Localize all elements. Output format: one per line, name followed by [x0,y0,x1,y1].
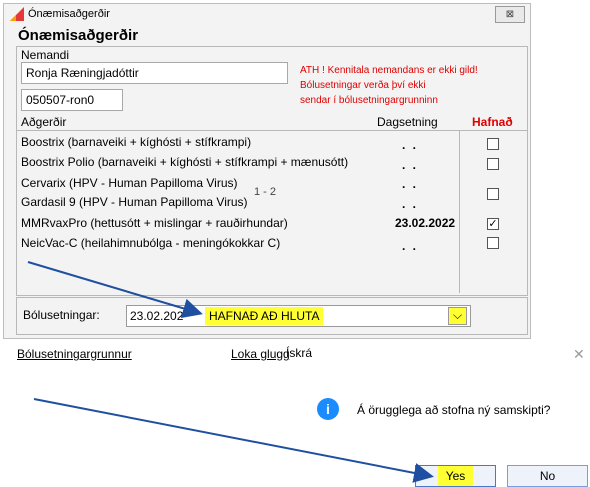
annotation-arrows [27,261,434,483]
arrow-to-status-icon [27,261,203,319]
arrow-to-yes-icon [33,398,434,483]
